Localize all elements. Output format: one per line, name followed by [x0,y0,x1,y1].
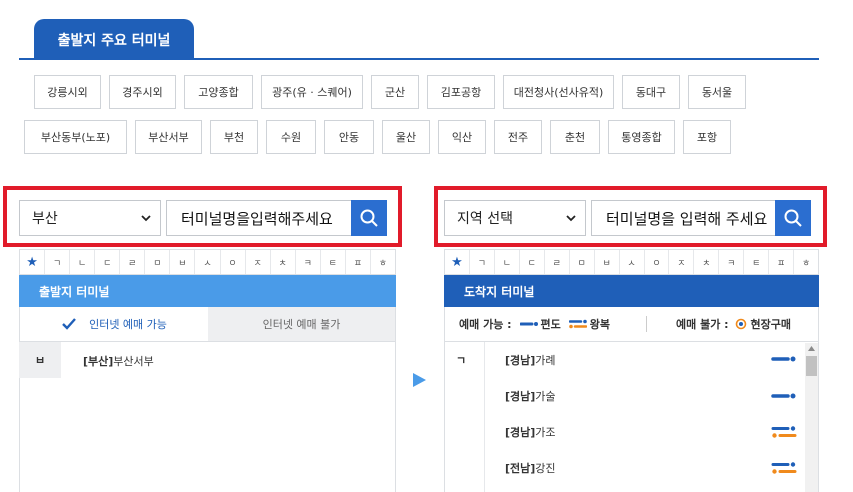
alpha-key[interactable]: ㄴ [70,250,96,274]
terminal-chip[interactable]: 대전청사(선사유적) [503,75,614,109]
alpha-key[interactable]: ㅍ [769,250,795,274]
arrival-panel-header: 도착지 터미널 [444,275,819,307]
alpha-key[interactable]: ㄹ [120,250,146,274]
terminal-chip[interactable]: 춘천 [550,120,600,154]
terminal-chip[interactable]: 부천 [210,120,258,154]
terminal-chip[interactable]: 김포공항 [427,75,495,109]
tab-underline [19,58,819,60]
search-icon [360,209,378,227]
chevron-down-icon [141,215,151,222]
arrival-result-list [444,341,819,492]
legend-available: 예매 가능 : 편도 왕복 [459,318,611,331]
terminal-chip[interactable]: 포항 [683,120,731,154]
terminal-chip[interactable]: 강릉시외 [34,75,101,109]
alpha-key[interactable]: ㄹ [545,250,570,274]
alpha-key[interactable]: ㅈ [246,250,271,274]
terminal-chip[interactable]: 울산 [382,120,430,154]
terminal-chip[interactable]: 동대구 [622,75,680,109]
star-icon[interactable]: ★ [445,250,470,274]
alpha-key[interactable]: ㅎ [371,250,395,274]
legend-divider [646,316,647,332]
alpha-key[interactable]: ㄷ [95,250,121,274]
arrival-result-item[interactable]: [경남]가조 [505,424,556,440]
alpha-key[interactable]: ㄱ [470,250,495,274]
departure-alphabet-index: ★ ㄱ ㄴ ㄷ ㄹ ㅁ ㅂ ㅅ ㅇ ㅈ ㅊ ㅋ ㅌ ㅍ ㅎ [19,249,396,275]
departure-result-list [19,341,396,492]
tab-internet-available[interactable]: 인터넷 예매 가능 [19,307,208,341]
tab-major-terminals[interactable]: 출발지 주요 터미널 [34,19,194,60]
arrow-right-icon [413,373,426,387]
departure-region-select[interactable]: 부산 [19,200,161,236]
alpha-key[interactable]: ㅍ [346,250,371,274]
arrival-result-item[interactable]: [경남]가술 [505,388,556,404]
terminal-chip[interactable]: 동서울 [688,75,746,109]
alpha-key[interactable]: ㅌ [321,250,346,274]
alpha-key[interactable]: ㅈ [669,250,695,274]
alpha-key[interactable]: ㅎ [794,250,818,274]
terminal-chip[interactable]: 고양종합 [184,75,253,109]
departure-terminal-input[interactable]: 터미널명을입력해주세요 [166,200,352,236]
roundtrip-icon [771,426,797,438]
tab-label: 출발지 주요 터미널 [57,32,171,49]
terminal-chip[interactable]: 안동 [324,120,374,154]
terminal-chip[interactable]: 군산 [371,75,419,109]
alpha-key[interactable]: ㅂ [170,250,196,274]
terminal-chip[interactable]: 부산서부 [135,120,202,154]
alpha-key[interactable]: ㄱ [45,250,71,274]
terminal-chip[interactable]: 전주 [494,120,542,154]
alpha-key[interactable]: ㅊ [694,250,720,274]
group-letter: ㄱ [456,354,467,367]
alpha-key[interactable]: ㅅ [620,250,645,274]
alpha-key[interactable]: ㅊ [271,250,296,274]
oneway-icon [519,322,538,326]
arrival-result-item[interactable]: [경남]가례 [505,352,556,368]
departure-result-item[interactable]: [부산]부산서부 [83,353,154,369]
alpha-key[interactable]: ㅂ [595,250,620,274]
star-icon[interactable]: ★ [20,250,46,274]
scrollbar-thumb[interactable] [806,356,817,376]
alpha-key[interactable]: ㄴ [495,250,520,274]
alpha-key[interactable]: ㅇ [645,250,670,274]
chevron-down-icon [566,215,576,222]
terminal-chip[interactable]: 수원 [266,120,316,154]
arrival-alphabet-index: ★ ㄱ ㄴ ㄷ ㄹ ㅁ ㅂ ㅅ ㅇ ㅈ ㅊ ㅋ ㅌ ㅍ ㅎ [444,249,819,275]
alpha-key[interactable]: ㅌ [744,250,770,274]
legend-unavailable: 예매 불가 : 현장구매 [676,318,792,331]
arrival-result-item[interactable]: [전남]강진 [505,460,556,476]
departure-search-button[interactable] [351,200,387,236]
terminal-chip[interactable]: 광주(유 · 스퀘어) [261,75,363,109]
roundtrip-icon [771,462,797,474]
roundtrip-icon [568,319,587,329]
terminal-chip[interactable]: 통영종합 [608,120,675,154]
oneway-icon [771,356,796,362]
terminal-chip[interactable]: 익산 [438,120,486,154]
terminal-chip[interactable]: 경주시외 [109,75,176,109]
departure-panel-header: 출발지 터미널 [19,275,396,307]
tab-internet-unavailable[interactable]: 인터넷 예매 불가 [208,307,396,341]
arrival-terminal-input[interactable]: 터미널명을 입력해 주세요 [591,200,776,236]
search-icon [784,209,802,227]
oneway-icon [771,393,796,399]
arrival-search-button[interactable] [775,200,811,236]
alpha-key[interactable]: ㅅ [195,250,221,274]
alpha-key[interactable]: ㅁ [145,250,171,274]
page: 출발지 주요 터미널 강릉시외 경주시외 고양종합 광주(유 · 스퀘어) 군산… [0,0,853,492]
terminal-chip[interactable]: 부산동부(노포) [24,120,127,154]
check-icon [62,318,76,330]
alpha-key[interactable]: ㅇ [221,250,246,274]
alpha-key[interactable]: ㅁ [570,250,595,274]
alpha-key[interactable]: ㅋ [719,250,745,274]
onsite-purchase-icon [735,318,746,330]
alpha-key[interactable]: ㅋ [296,250,321,274]
arrival-region-select[interactable]: 지역 선택 [444,200,586,236]
scroll-up-icon[interactable] [807,345,816,352]
group-letter: ㅂ [19,342,61,378]
alpha-key[interactable]: ㄷ [520,250,545,274]
